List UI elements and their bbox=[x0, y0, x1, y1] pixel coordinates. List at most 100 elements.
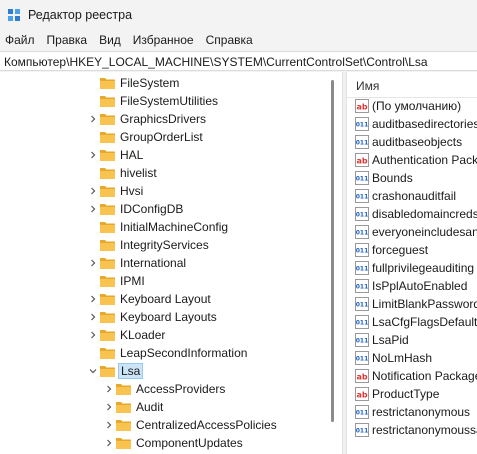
tree-item[interactable]: KLoader bbox=[0, 326, 330, 344]
value-row[interactable]: 011 IsPplAutoEnabled bbox=[347, 277, 477, 295]
tree-item[interactable]: FileSystemUtilities bbox=[0, 92, 330, 110]
tree-item[interactable]: LeapSecondInformation bbox=[0, 344, 330, 362]
menu-favorites[interactable]: Избранное bbox=[127, 30, 200, 50]
tree-item[interactable]: Lsa bbox=[0, 362, 330, 380]
binary-value-icon: 011 bbox=[355, 297, 369, 311]
value-row[interactable]: 011LimitBlankPasswordUse bbox=[347, 295, 477, 313]
folder-icon bbox=[100, 114, 115, 125]
chevron-right-icon[interactable] bbox=[88, 258, 98, 268]
value-row[interactable]: 011 fullprivilegeauditing bbox=[347, 259, 477, 277]
tree-item[interactable]: ComponentUpdates bbox=[0, 434, 330, 452]
chevron-right-icon[interactable] bbox=[104, 420, 114, 430]
value-row[interactable]: 011 Bounds bbox=[347, 169, 477, 187]
value-name: Bounds bbox=[372, 171, 413, 185]
tree-item[interactable]: AccessProviders bbox=[0, 380, 330, 398]
value-name: LimitBlankPasswordUse bbox=[372, 297, 477, 311]
chevron-right-icon[interactable] bbox=[88, 312, 98, 322]
tree-item[interactable]: IDConfigDB bbox=[0, 200, 330, 218]
value-name: NoLmHash bbox=[372, 351, 433, 365]
chevron-right-icon[interactable] bbox=[104, 438, 114, 448]
chevron-right-icon[interactable] bbox=[88, 114, 98, 124]
tree-item[interactable]: Keyboard Layouts bbox=[0, 308, 330, 326]
tree-item[interactable]: GroupOrderList bbox=[0, 128, 330, 146]
svg-text:011: 011 bbox=[356, 428, 369, 435]
tree-item-label: KLoader bbox=[120, 328, 166, 342]
tree-item-label: Lsa bbox=[118, 363, 144, 379]
value-row[interactable]: 011 LsaCfgFlagsDefault bbox=[347, 313, 477, 331]
binary-value-icon: 011 bbox=[355, 423, 369, 437]
value-row[interactable]: ab (По умолчанию) bbox=[347, 97, 477, 115]
chevron-down-icon[interactable] bbox=[88, 366, 98, 376]
value-row[interactable]: 011 disabledomaincreds bbox=[347, 205, 477, 223]
chevron-right-icon[interactable] bbox=[104, 384, 114, 394]
tree-item[interactable]: Keyboard Layout bbox=[0, 290, 330, 308]
value-row[interactable]: 011 LsaPid bbox=[347, 331, 477, 349]
tree-item-label: GraphicsDrivers bbox=[120, 112, 207, 126]
address-bar[interactable]: Компьютер\HKEY_LOCAL_MACHINE\SYSTEM\Curr… bbox=[0, 51, 477, 71]
value-row[interactable]: 011 forceguest bbox=[347, 241, 477, 259]
value-name: crashonauditfail bbox=[372, 189, 457, 203]
tree-item-label: InitialMachineConfig bbox=[120, 220, 229, 234]
tree-item[interactable]: CentralizedAccessPolicies bbox=[0, 416, 330, 434]
svg-text:011: 011 bbox=[356, 194, 369, 201]
values-pane[interactable]: Имя ab (По умолчанию) 011 auditbasedirector… bbox=[347, 72, 477, 454]
tree-item[interactable]: InitialMachineConfig bbox=[0, 218, 330, 236]
chevron-right-icon[interactable] bbox=[88, 186, 98, 196]
value-row[interactable]: 011 NoLmHash bbox=[347, 349, 477, 367]
svg-text:011: 011 bbox=[356, 266, 369, 273]
value-name: restrictanonymoussam bbox=[372, 423, 477, 437]
address-path[interactable]: Компьютер\HKEY_LOCAL_MACHINE\SYSTEM\Curr… bbox=[4, 55, 428, 69]
value-row[interactable]: 011 auditbaseobjects bbox=[347, 133, 477, 151]
menu-edit[interactable]: Правка bbox=[41, 30, 94, 50]
binary-value-icon: 011 bbox=[355, 117, 369, 131]
value-row[interactable]: 011 restrictanonymous bbox=[347, 403, 477, 421]
tree-item[interactable]: IPMI bbox=[0, 272, 330, 290]
value-row[interactable]: ab Authentication Packages bbox=[347, 151, 477, 169]
value-name: restrictanonymous bbox=[372, 405, 471, 419]
menu-file[interactable]: Файл bbox=[0, 30, 41, 50]
tree-item-label: IPMI bbox=[120, 274, 145, 288]
binary-value-icon: 011 bbox=[355, 333, 369, 347]
tree-scrollbar-thumb[interactable] bbox=[331, 80, 334, 422]
value-row[interactable]: 011everyoneincludesanonymous bbox=[347, 223, 477, 241]
chevron-right-icon[interactable] bbox=[88, 294, 98, 304]
svg-text:011: 011 bbox=[356, 338, 369, 345]
menu-bar: Файл Правка Вид Избранное Справка bbox=[0, 30, 477, 50]
chevron-right-icon[interactable] bbox=[88, 204, 98, 214]
string-value-icon: ab bbox=[355, 153, 369, 167]
tree-item[interactable]: hivelist bbox=[0, 164, 330, 182]
chevron-right-icon[interactable] bbox=[104, 402, 114, 412]
tree-item[interactable]: Audit bbox=[0, 398, 330, 416]
value-name: auditbasedirectories bbox=[372, 117, 477, 131]
menu-view[interactable]: Вид bbox=[93, 30, 127, 50]
svg-text:011: 011 bbox=[356, 410, 369, 417]
value-row[interactable]: 011restrictanonymoussam bbox=[347, 421, 477, 439]
folder-icon bbox=[100, 96, 115, 107]
value-row[interactable]: ab ProductType bbox=[347, 385, 477, 403]
value-row[interactable]: ab Notification Packages bbox=[347, 367, 477, 385]
value-row[interactable]: 011 auditbasedirectories bbox=[347, 115, 477, 133]
value-name: Notification Packages bbox=[372, 369, 477, 383]
folder-icon bbox=[100, 276, 115, 287]
tree-item[interactable]: International bbox=[0, 254, 330, 272]
string-value-icon: ab bbox=[355, 369, 369, 383]
tree-item[interactable]: GraphicsDrivers bbox=[0, 110, 330, 128]
tree-item[interactable]: Hvsi bbox=[0, 182, 330, 200]
chevron-right-icon[interactable] bbox=[88, 150, 98, 160]
menu-help[interactable]: Справка bbox=[200, 30, 259, 50]
tree-item[interactable]: IntegrityServices bbox=[0, 236, 330, 254]
column-header-name[interactable]: Имя bbox=[347, 72, 477, 98]
tree-item[interactable]: HAL bbox=[0, 146, 330, 164]
value-row[interactable]: 011 crashonauditfail bbox=[347, 187, 477, 205]
folder-icon bbox=[116, 402, 131, 413]
value-name: LsaCfgFlagsDefault bbox=[372, 315, 477, 329]
folder-icon bbox=[116, 438, 131, 449]
value-name: (По умолчанию) bbox=[372, 99, 462, 113]
chevron-right-icon[interactable] bbox=[88, 330, 98, 340]
key-tree-pane[interactable]: FileSystem FileSystemUtilities GraphicsDri… bbox=[0, 72, 342, 454]
tree-item[interactable]: FileSystem bbox=[0, 74, 330, 92]
svg-text:011: 011 bbox=[356, 248, 369, 255]
svg-text:011: 011 bbox=[356, 284, 369, 291]
folder-icon bbox=[100, 240, 115, 251]
svg-text:011: 011 bbox=[356, 356, 369, 363]
